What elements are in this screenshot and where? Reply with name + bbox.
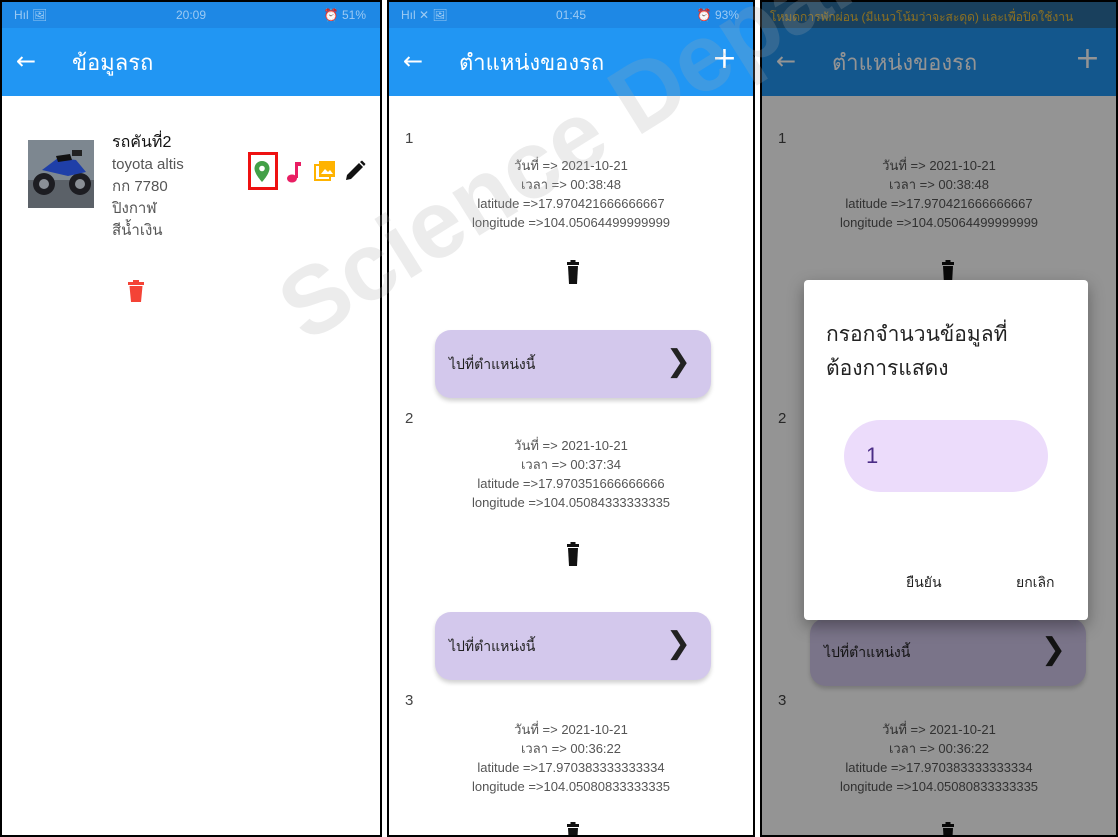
chevron-right-icon: ❯ [665, 626, 691, 661]
app-bar: ← ข้อมูลรถ [2, 28, 380, 96]
count-input[interactable] [864, 438, 1028, 474]
goto-location-label: ไปที่ตำแหน่งนี้ [449, 638, 536, 654]
chevron-right-icon: ❯ [665, 344, 691, 379]
display-count-dialog: กรอกจำนวนข้อมูลที่ต้องการแสดง ยืนยัน ยกเ… [804, 280, 1088, 620]
entry-longitude: longitude =>104.05080833333335 [471, 779, 671, 794]
arrow-left-icon[interactable]: ← [16, 46, 36, 76]
delete-icon[interactable] [128, 280, 144, 302]
car-plate: กก 7780 [112, 178, 168, 195]
entry-longitude: longitude =>104.05064499999999 [471, 215, 671, 230]
location-entry: วันที่ => 2021-10-21 เวลา => 00:38:48 la… [389, 156, 753, 232]
entry-date: วันที่ => 2021-10-21 [514, 438, 628, 453]
goto-location-label: ไปที่ตำแหน่งนี้ [449, 356, 536, 372]
entry-time: เวลา => 00:37:34 [520, 457, 622, 472]
goto-location-button[interactable]: ไปที่ตำแหน่งนี้ ❯ [435, 612, 711, 680]
entry-longitude: longitude =>104.05084333333335 [471, 495, 671, 510]
entry-date: วันที่ => 2021-10-21 [514, 158, 628, 173]
entry-time: เวลา => 00:36:22 [520, 741, 622, 756]
car-info-screen: Hıl 🖼 20:09 ⏰ 51% ← ข้อมูลรถ รถคันที่2 t… [0, 0, 382, 837]
music-note-icon[interactable] [286, 160, 302, 184]
entry-number: 1 [405, 130, 414, 147]
plus-icon[interactable]: + [712, 42, 737, 76]
car-category: ปิงกาฬ [112, 200, 157, 217]
car-name: รถคันที่2 [112, 134, 172, 151]
car-location-screen: Hıl ✕ 🖼 01:45 ⏰ 93% ← ตำแหน่งของรถ + 1 ว… [387, 0, 755, 837]
app-bar: ← ตำแหน่งของรถ + [389, 28, 753, 96]
status-bar: Hıl 🖼 20:09 ⏰ 51% [2, 2, 380, 28]
status-bar: Hıl ✕ 🖼 01:45 ⏰ 93% [389, 2, 753, 28]
cancel-button[interactable]: ยกเลิก [1016, 572, 1055, 594]
page-title: ตำแหน่งของรถ [459, 50, 605, 75]
car-details: รถคันที่2 toyota altis กก 7780 ปิงกาฬ สี… [112, 132, 184, 242]
delete-icon[interactable] [567, 260, 579, 284]
arrow-left-icon[interactable]: ← [403, 46, 423, 76]
car-model: toyota altis [112, 156, 184, 173]
goto-location-button[interactable]: ไปที่ตำแหน่งนี้ ❯ [435, 330, 711, 398]
motorcycle-image [28, 140, 94, 208]
car-photo [28, 140, 94, 208]
edit-pencil-icon[interactable] [344, 160, 366, 182]
car-color: สีน้ำเงิน [112, 222, 163, 239]
delete-icon[interactable] [567, 542, 579, 566]
location-entry: วันที่ => 2021-10-21 เวลา => 00:37:34 la… [389, 436, 753, 512]
entry-time: เวลา => 00:38:48 [520, 177, 622, 192]
entry-number: 3 [405, 692, 414, 709]
display-count-dialog-screen: โหมดการพักผ่อน (มีแนวโน้มว่าจะสะดุด) และ… [760, 0, 1118, 837]
count-input-field[interactable] [844, 420, 1048, 492]
location-pin-icon[interactable] [253, 160, 271, 184]
status-battery: ⏰ 93% [696, 8, 739, 22]
entry-number: 2 [405, 410, 414, 427]
entry-latitude: latitude =>17.970421666666667 [477, 196, 665, 211]
status-battery: ⏰ 51% [323, 8, 366, 22]
delete-icon[interactable] [567, 822, 579, 837]
entry-date: วันที่ => 2021-10-21 [514, 722, 628, 737]
page-title: ข้อมูลรถ [72, 50, 154, 75]
location-entry: วันที่ => 2021-10-21 เวลา => 00:36:22 la… [389, 720, 753, 796]
entry-latitude: latitude =>17.970383333333334 [477, 760, 665, 775]
entry-latitude: latitude =>17.970351666666666 [477, 476, 665, 491]
photo-library-icon[interactable] [314, 160, 336, 182]
confirm-button[interactable]: ยืนยัน [906, 572, 942, 594]
dialog-title: กรอกจำนวนข้อมูลที่ต้องการแสดง [826, 323, 1008, 380]
